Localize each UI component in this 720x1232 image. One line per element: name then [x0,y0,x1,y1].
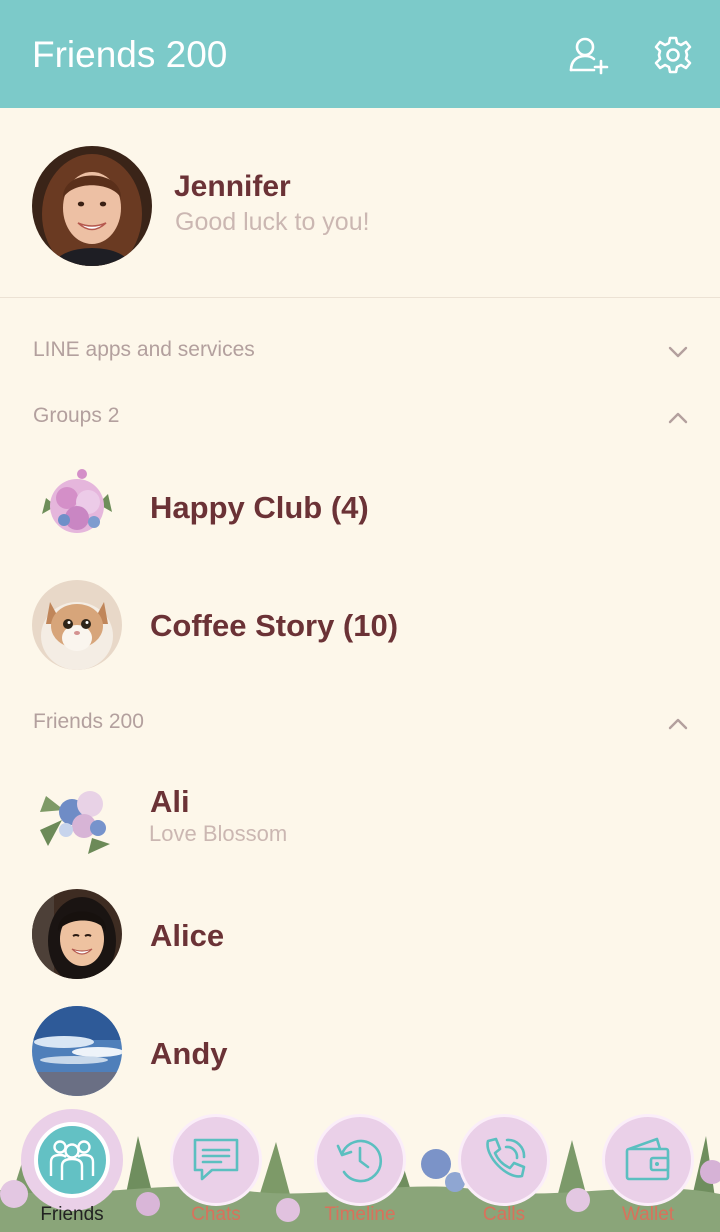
tab-wallet[interactable]: Wallet [576,1098,720,1232]
tab-timeline-label: Timeline [324,1204,396,1225]
friend-status-message: Love Blossom [149,821,288,846]
profile-avatar[interactable] [32,146,152,266]
friend-avatar-photo [32,889,122,979]
group-avatar-cat [32,580,122,670]
chevron-down-icon[interactable] [666,340,690,364]
profile-status-message: Good luck to you! [175,208,370,236]
profile-name: Jennifer [174,170,291,203]
page-title: Friends 200 [32,34,228,75]
friends-icon [49,1140,95,1180]
tab-calls[interactable]: Calls [432,1098,576,1232]
wallet-icon [625,1137,670,1181]
friend-name: Andy [150,1036,228,1071]
section-friends-label[interactable]: Friends 200 [33,710,144,734]
tab-calls-label: Calls [482,1204,526,1225]
tab-chats[interactable]: Chats [144,1098,288,1232]
tab-friends-label: Friends [40,1204,104,1225]
header-bar: Friends 200 [0,0,720,108]
phone-icon [486,1137,526,1178]
my-profile-row[interactable]: Jennifer Good luck to you! [0,108,720,298]
tab-timeline[interactable]: Timeline [288,1098,432,1232]
tab-friends[interactable]: Friends [0,1098,144,1232]
tab-wallet-label: Wallet [621,1204,675,1225]
friend-avatar-sky [32,1006,122,1096]
group-avatar-flowers [32,462,122,552]
friend-name: Ali [150,784,190,819]
group-name: Coffee Story (10) [150,608,399,643]
add-friend-icon[interactable] [568,34,610,76]
group-name: Happy Club (4) [150,490,369,525]
section-groups-label[interactable]: Groups 2 [33,404,119,428]
chevron-up-icon[interactable] [666,406,690,430]
section-line-apps-label[interactable]: LINE apps and services [33,338,255,362]
timeline-clock-icon [336,1139,383,1183]
friend-avatar-flowers [32,772,122,862]
chevron-up-icon[interactable] [666,712,690,736]
settings-gear-icon[interactable] [652,34,694,76]
friend-name: Alice [150,918,225,953]
bottom-tab-bar: Friends Chats Timeline Calls Wallet [0,1098,720,1232]
chats-icon [193,1138,239,1181]
tab-chats-label: Chats [191,1204,241,1225]
